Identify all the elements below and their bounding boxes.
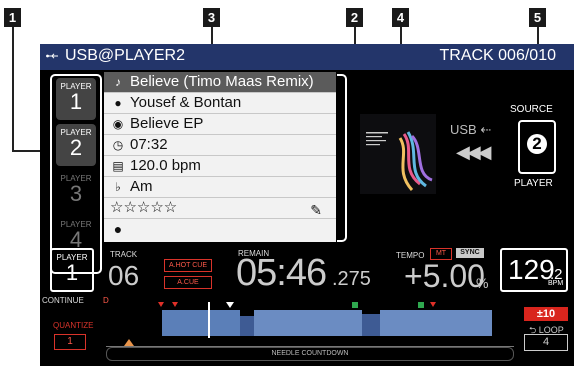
callout-4: 4 [392,8,409,27]
music-note-icon: ♪ [115,75,121,89]
callout-5: 5 [529,8,546,27]
usb-source: USB ⇠ [450,122,491,138]
artist-row[interactable]: ● Yousef & Bontan [104,93,336,114]
color-row[interactable]: ● [104,219,336,239]
bpm-row[interactable]: ▤ 120.0 bpm [104,156,336,177]
auto-hotcue-badge: A.HOT CUE [164,259,212,272]
source-player-number: 2 [527,134,547,154]
waveform-display [158,302,492,338]
quantize-value: 1 [54,334,86,350]
key-icon: ♭ [115,180,121,194]
remain-time: 05:46 [236,252,327,294]
source-player-label: PLAYER [514,178,553,189]
memory-cue-icon [418,302,424,308]
player-select-panel: PLAYER 1 PLAYER 2 PLAYER 3 PLAYER 4 [50,74,102,274]
continue-label: CONTINUE [42,296,84,305]
cue-marker-icon [172,302,178,307]
player-number: 3 [69,181,83,206]
time-row[interactable]: ◷ 07:32 [104,135,336,156]
playhead-line [208,302,210,338]
person-icon: ● [114,96,122,110]
source-label: USB@PLAYER2 [65,47,185,64]
album-row[interactable]: ◉ Believe EP [104,114,336,135]
bpm-display: 129 .2 BPM [500,248,568,292]
remain-ms: .275 [332,268,371,290]
deck-player-number: 1 [65,260,79,285]
player-2-button[interactable]: PLAYER 2 [56,124,96,166]
callout-1: 1 [4,8,21,27]
rating-row[interactable]: ☆☆☆☆☆ ✎ [104,198,336,219]
cue-position-marker-icon [124,339,134,346]
bpm-unit: BPM [548,280,564,287]
key-row[interactable]: ♭ Am [104,177,336,198]
color-dot-icon: ● [113,221,123,237]
auto-cue-badge: A.CUE [164,276,212,289]
track-time: 07:32 [130,136,168,153]
info-bracket [337,74,347,242]
memory-cue-icon [352,302,358,308]
sync-badge: SYNC [456,248,484,258]
usb-icon [46,53,58,59]
artwork-image [360,114,436,194]
player-1-button[interactable]: PLAYER 1 [56,78,96,120]
track-info-list: ♪ Believe (Timo Maas Remix) ● Yousef & Bon… [104,72,336,242]
waveform-section [162,310,240,336]
callout-3: 3 [203,8,220,27]
track-title-row[interactable]: ♪ Believe (Timo Maas Remix) [104,72,336,93]
tempo-value: +5.00 [404,258,485,294]
usb-icon: ⇠ [480,122,492,137]
waveform-section [240,316,254,336]
header-bar: USB@PLAYER2 TRACK 006/010 [40,44,574,70]
album-artwork [360,114,436,194]
clock-icon: ◷ [112,138,124,152]
edit-pencil-icon[interactable]: ✎ [310,200,322,220]
track-count: TRACK 006/010 [439,47,556,64]
track-number: 06 [108,260,140,291]
cue-marker-icon [158,302,164,307]
needle-countdown-bar: NEEDLE COUNTDOWN [106,347,514,361]
load-arrows-icon: ◀◀◀ [456,142,491,162]
track-bpm: 120.0 bpm [130,157,201,174]
waveform-section [380,310,492,336]
quantize-label: QUANTIZE [53,321,94,330]
timeline-ticks [106,334,514,347]
track-artist: Yousef & Bontan [130,94,242,111]
track-title: Believe (Timo Maas Remix) [130,73,314,90]
disc-icon: ◉ [112,117,124,131]
leader-line-1 [12,27,14,152]
callout-2: 2 [346,8,363,27]
loop-value: 4 [524,334,568,351]
deck-player: PLAYER 1 [50,248,94,292]
track-key: Am [130,178,153,195]
track-label: TRACK [110,250,138,259]
player-display: USB@PLAYER2 TRACK 006/010 PLAYER 1 PLAYE… [40,44,574,366]
usb-label: USB [450,122,477,137]
source-heading: SOURCE [510,104,553,115]
tempo-range-badge: ±10 [524,307,568,321]
waveform-section [362,314,380,336]
track-rating: ☆☆☆☆☆ [110,199,178,216]
waveform-section [254,310,362,336]
current-position-marker-icon [226,302,234,308]
player-number: 2 [69,135,83,160]
player-number: 1 [69,89,83,114]
cue-marker-icon [430,302,436,307]
tempo-unit: % [476,275,489,291]
source-player-icon: 2 [518,120,556,174]
bpm-icon: ▤ [112,159,124,173]
track-album: Believe EP [130,115,204,132]
player-3-button[interactable]: PLAYER 3 [56,170,96,212]
